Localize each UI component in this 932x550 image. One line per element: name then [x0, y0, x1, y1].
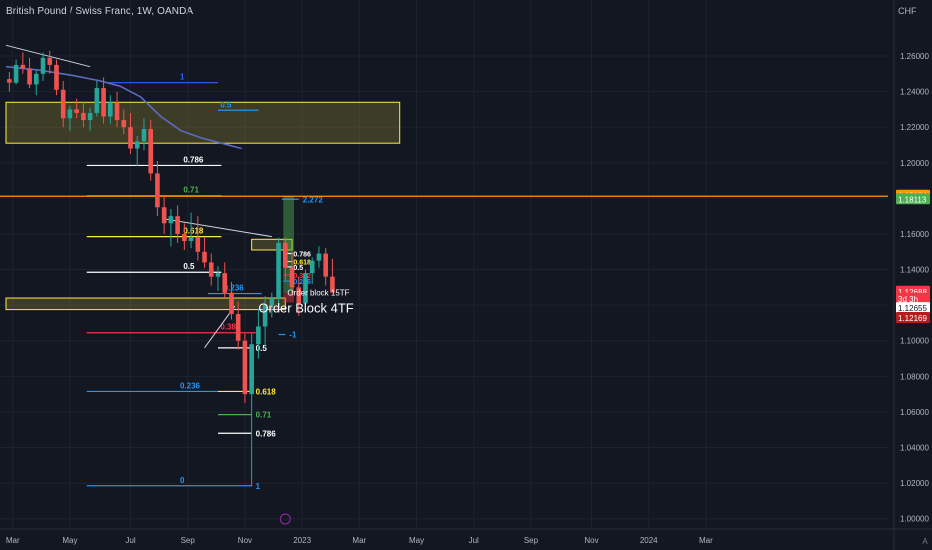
- candle-body: [114, 102, 120, 121]
- candle-body: [215, 273, 221, 277]
- candle-body: [195, 237, 201, 252]
- auto-scale-icon[interactable]: A: [922, 537, 928, 546]
- candle-body: [101, 88, 106, 117]
- candle-body: [40, 57, 46, 74]
- candle-body: [161, 207, 167, 224]
- candle-body: [202, 251, 207, 263]
- candle-body: [168, 216, 174, 224]
- y-tick-label: 1.10000: [900, 337, 929, 346]
- candle-body: [188, 237, 194, 242]
- fib-label: 0.786: [183, 155, 204, 164]
- x-tick-label: Mar: [699, 536, 713, 545]
- zones: [5, 101, 401, 311]
- fib-label: 0.618: [256, 387, 277, 396]
- x-tick-label: Nov: [238, 536, 252, 545]
- x-tick-label: Mar: [352, 536, 366, 545]
- fib-label: 1: [256, 482, 261, 491]
- y-tick-label: 1.16000: [900, 230, 929, 239]
- candle-body: [7, 79, 12, 83]
- candle-body: [20, 64, 26, 69]
- candle-body: [309, 260, 315, 274]
- annotation-label: Order Block 4TF: [258, 300, 353, 315]
- grid: [0, 0, 888, 528]
- candle-body: [208, 262, 214, 277]
- price-tag-label: 1.12169: [898, 314, 927, 323]
- candle-body: [155, 173, 160, 208]
- candle-body: [256, 326, 261, 345]
- y-tick-label: 1.04000: [900, 444, 929, 453]
- x-tick-label: 2024: [640, 536, 658, 545]
- y-tick-label: 1.26000: [900, 52, 929, 61]
- candle-body: [121, 120, 127, 128]
- y-tick-label: 1.02000: [900, 479, 929, 488]
- price-tag-label: 1.18113: [898, 195, 927, 204]
- candle-body: [87, 112, 93, 121]
- candle-body: [33, 73, 39, 85]
- x-tick-label: May: [62, 536, 77, 545]
- y-tick-label: 1.20000: [900, 159, 929, 168]
- candle-body: [47, 57, 53, 65]
- fib-label: 0.236: [180, 381, 201, 390]
- overlay: Order Block 4TF Order block 15TF: [258, 288, 353, 315]
- candle-body: [235, 314, 241, 341]
- candle-body: [242, 340, 248, 395]
- candle-body: [148, 128, 153, 174]
- candle-body: [316, 253, 322, 261]
- candle-body: [182, 233, 187, 242]
- x-tick-label: 2023: [293, 536, 311, 545]
- price-tag-label: 1.12655: [898, 304, 927, 313]
- candle-body: [74, 109, 79, 113]
- candle-body: [60, 89, 66, 119]
- candle-body: [94, 88, 100, 113]
- candle-body: [141, 128, 147, 142]
- small-fib-label: 0.5: [293, 265, 303, 272]
- fib-label: 0.5: [183, 262, 195, 271]
- candle-body: [27, 68, 32, 85]
- y-tick-label: 1.08000: [900, 372, 929, 381]
- small-fib-label: 0.236: [293, 279, 311, 286]
- candle-body: [323, 253, 328, 277]
- x-tick-label: Jul: [469, 536, 479, 545]
- candle-body: [128, 127, 133, 149]
- fib-label: 0.786: [256, 429, 277, 438]
- y-tick-label: 1.14000: [900, 266, 929, 275]
- small-fib-label: 0.786: [293, 252, 311, 259]
- candle-body: [54, 64, 59, 90]
- annotation-label: Order block 15TF: [287, 288, 349, 297]
- candle-body: [222, 273, 228, 293]
- fib-label: 0.71: [183, 186, 199, 195]
- candle-body: [282, 242, 288, 268]
- y-tick-label: 1.24000: [900, 88, 929, 97]
- candle-body: [13, 64, 19, 83]
- y-tick-label: 1.22000: [900, 123, 929, 132]
- candle-body: [108, 102, 113, 117]
- candle-body: [175, 216, 180, 234]
- candle-body: [249, 344, 254, 395]
- price-chart[interactable]: 10.50.7860.710.6180.50.2360.3820.23602.2…: [0, 0, 932, 550]
- x-tick-label: Sep: [181, 536, 196, 545]
- candle-body: [134, 141, 140, 149]
- candle-body: [81, 112, 86, 121]
- price-tags: 1.181241.181131.126883d 3h1.126551.12169: [896, 189, 930, 323]
- y-tick-label: 1.00000: [900, 515, 929, 524]
- fib-label: -1: [289, 331, 297, 340]
- candle-body: [67, 109, 73, 119]
- candle-body: [276, 242, 281, 299]
- candle-body: [289, 267, 295, 288]
- order-block-zone: [5, 297, 286, 311]
- x-tick-label: Jul: [125, 536, 135, 545]
- fib-label: 0: [180, 476, 185, 485]
- x-tick-label: May: [409, 536, 424, 545]
- x-tick-label: Mar: [6, 536, 20, 545]
- fib-label: 0.71: [256, 411, 272, 420]
- y-tick-label: 1.06000: [900, 408, 929, 417]
- x-tick-label: Nov: [584, 536, 598, 545]
- candle-body: [229, 292, 234, 315]
- fib-label: 1: [180, 73, 185, 82]
- x-tick-label: Sep: [524, 536, 539, 545]
- fib-label: 0.5: [220, 100, 232, 109]
